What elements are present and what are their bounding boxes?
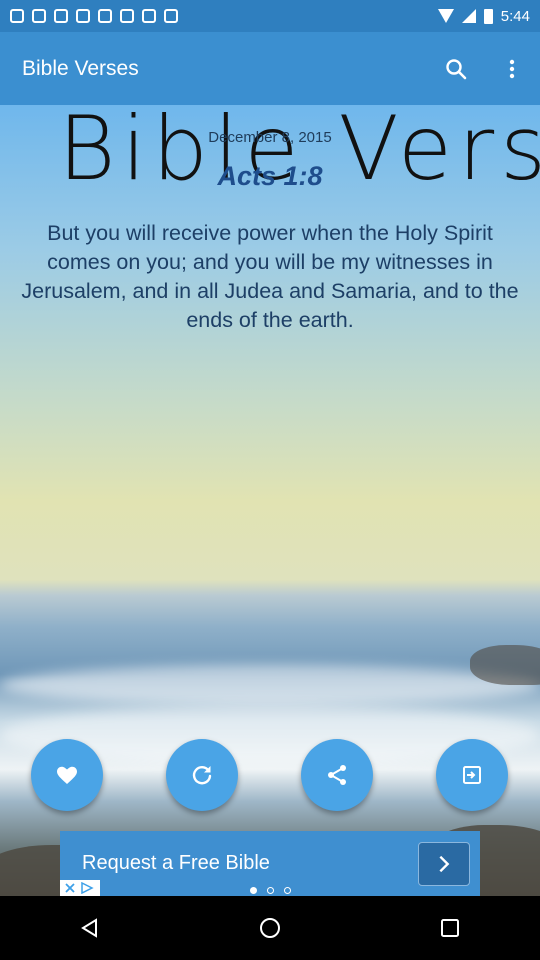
notification-icon (142, 9, 156, 23)
refresh-icon (192, 766, 212, 785)
status-time: 5:44 (500, 7, 530, 25)
verse-date: December 8, 2015 (208, 129, 332, 146)
wifi-icon (437, 9, 454, 23)
verse-text: But you will receive power when the Holy… (21, 221, 519, 332)
status-bar: 5:44 (0, 0, 540, 32)
next-button[interactable] (436, 739, 508, 811)
ad-pager-dots (60, 887, 480, 894)
ad-text: Request a Free Bible (82, 852, 270, 874)
signal-icon (461, 9, 476, 23)
ad-choices[interactable] (60, 880, 100, 896)
pager-dot (249, 887, 257, 894)
refresh-button[interactable] (166, 739, 238, 811)
notification-icons (10, 9, 178, 23)
notification-icon (164, 9, 178, 23)
notification-icon (120, 9, 134, 23)
more-options-button[interactable] (484, 41, 540, 97)
notification-icon (54, 9, 68, 23)
back-icon (81, 918, 97, 938)
share-icon (328, 765, 346, 785)
background-rock (470, 645, 540, 685)
more-vert-icon (509, 59, 515, 78)
app-title: Bible Verses (22, 56, 139, 80)
exit-to-app-icon (463, 766, 481, 784)
app-bar: Bible Verses (0, 32, 540, 105)
chevron-right-icon (439, 855, 450, 872)
notification-icon (98, 9, 112, 23)
search-button[interactable] (428, 41, 484, 97)
notification-icon (10, 9, 24, 23)
pager-dot (283, 887, 291, 894)
ad-banner[interactable]: Request a Free Bible (60, 831, 480, 896)
home-button[interactable] (230, 896, 310, 960)
notification-icon (76, 9, 90, 23)
verse-card: Bible Verse December 8, 2015 Acts 1:8 Bu… (0, 105, 540, 896)
home-icon (260, 918, 280, 938)
ad-choices-icon (81, 882, 94, 894)
background-wave (0, 665, 540, 705)
battery-icon (483, 8, 493, 24)
favorite-button[interactable] (31, 739, 103, 811)
notification-icon (32, 9, 46, 23)
back-button[interactable] (50, 896, 130, 960)
pager-dot (266, 887, 274, 894)
ad-arrow-button[interactable] (418, 841, 470, 886)
verse-reference: Acts 1:8 (217, 161, 323, 191)
heart-icon (57, 766, 77, 784)
system-nav-bar (0, 896, 540, 960)
search-icon (446, 58, 467, 79)
share-button[interactable] (301, 739, 373, 811)
recents-icon (441, 919, 459, 937)
recents-button[interactable] (410, 896, 490, 960)
close-icon (65, 883, 75, 893)
